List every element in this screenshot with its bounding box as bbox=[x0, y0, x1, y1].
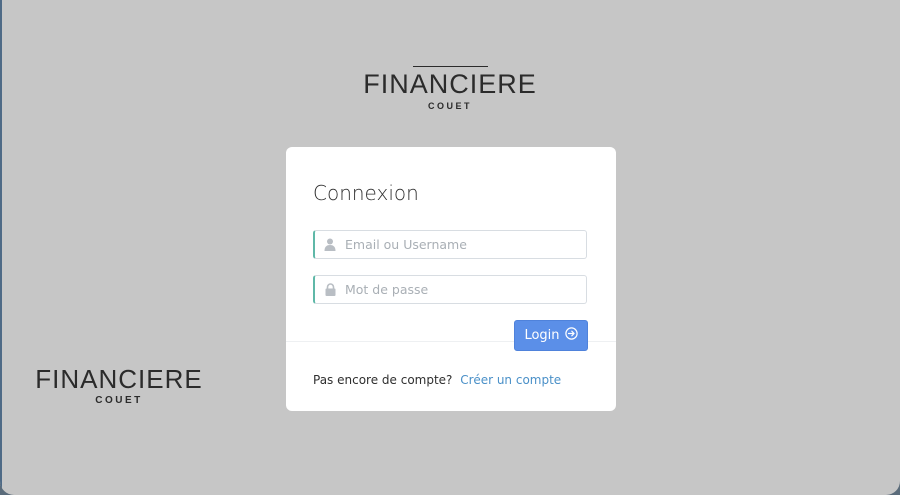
arrow-circle-right-icon bbox=[564, 327, 578, 344]
login-button-label: Login bbox=[524, 328, 560, 343]
logo-rule bbox=[412, 66, 488, 67]
logo-brand-sub: COUET bbox=[428, 101, 472, 111]
signup-prompt: Pas encore de compte? bbox=[313, 373, 453, 387]
login-card: Connexion Login bbox=[286, 147, 616, 411]
password-field[interactable] bbox=[313, 275, 587, 304]
email-field[interactable] bbox=[313, 230, 587, 259]
signup-link[interactable]: Créer un compte bbox=[460, 373, 561, 387]
screen: FINANCIERE COUET Connexion Email ou User… bbox=[0, 0, 900, 495]
logo-brand-name-bottom: FINANCIERE bbox=[35, 364, 203, 394]
brand-logo-top: FINANCIERE COUET bbox=[350, 66, 550, 111]
logo-brand-name: FINANCIERE bbox=[363, 69, 537, 99]
window-edge bbox=[0, 0, 2, 495]
login-button[interactable]: Login bbox=[514, 320, 588, 351]
email-input[interactable] bbox=[345, 237, 575, 252]
user-icon bbox=[315, 238, 345, 251]
signup-row: Pas encore de compte? Créer un compte bbox=[313, 373, 561, 387]
login-title: Connexion bbox=[313, 181, 419, 205]
lock-icon bbox=[315, 283, 345, 296]
password-input[interactable] bbox=[345, 282, 575, 297]
brand-logo-bottom: FINANCIERE COUET bbox=[14, 366, 224, 406]
logo-brand-sub-bottom: COUET bbox=[95, 395, 143, 406]
